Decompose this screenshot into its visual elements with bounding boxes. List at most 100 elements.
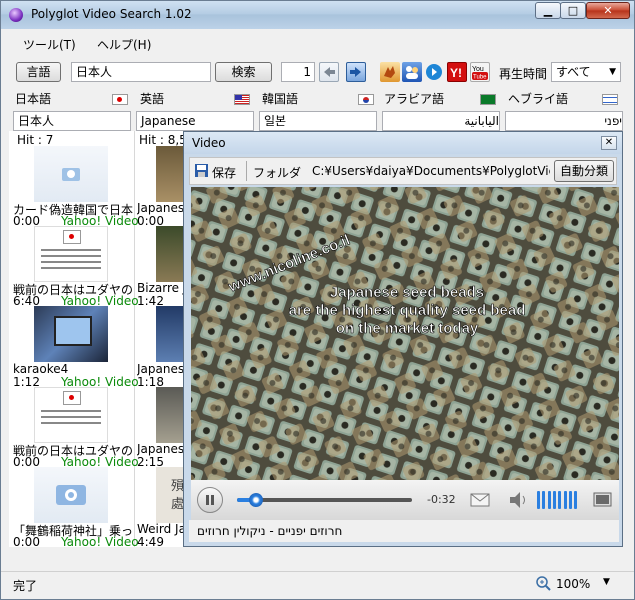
result-thumb[interactable]: [156, 226, 184, 282]
result-title[interactable]: Japanese: [137, 442, 184, 456]
flag-japan-icon: [112, 94, 128, 105]
prev-page-button[interactable]: [319, 62, 339, 82]
flag-saudi-icon: [480, 94, 496, 105]
query-input-japanese[interactable]: 日本人: [13, 111, 131, 131]
video-close-button[interactable]: ✕: [601, 136, 617, 150]
menu-tools[interactable]: ツール(T): [23, 36, 76, 53]
result-title[interactable]: Weird Jap: [137, 522, 184, 536]
result-thumb[interactable]: [34, 226, 108, 282]
flag-israel-icon: [602, 94, 618, 105]
result-thumb[interactable]: [34, 387, 108, 443]
auto-classify-button[interactable]: 自動分類: [554, 160, 614, 182]
column-divider: [134, 131, 135, 547]
query-input-hebrew[interactable]: יפני: [505, 111, 623, 131]
youtube-icon: You Tube: [472, 66, 488, 81]
pause-button[interactable]: [197, 487, 223, 513]
video-caption-bar: חרוזים יפניים - ניקולין חרוזים: [189, 520, 619, 542]
result-title[interactable]: karaoke4: [13, 362, 133, 376]
menu-bar: ツール(T) ヘルプ(H): [1, 29, 634, 57]
mail-icon[interactable]: [470, 492, 490, 508]
video-controls: -0:32: [191, 480, 619, 520]
result-thumb[interactable]: [156, 146, 184, 202]
close-icon: ✕: [604, 137, 614, 148]
query-input-english[interactable]: Japanese: [136, 111, 254, 131]
play-time-select[interactable]: すべて ▼: [551, 62, 621, 82]
maximize-icon: □: [567, 4, 579, 17]
globe-icon: [426, 64, 442, 80]
play-time-label: 再生時間: [499, 67, 548, 81]
video-title-bar: Video ✕: [184, 132, 622, 154]
save-icon: [195, 164, 208, 177]
volume-slider[interactable]: [537, 491, 581, 509]
menu-help[interactable]: ヘルプ(H): [97, 36, 151, 53]
volume-bar: [574, 491, 578, 509]
volume-bar: [542, 491, 546, 509]
result-source: Yahoo! Video: [61, 535, 139, 549]
result-thumb[interactable]: [34, 467, 108, 523]
lang-header-japanese: 日本語: [15, 92, 52, 106]
zoom-icon[interactable]: [536, 576, 552, 592]
flag-usa-icon: [234, 94, 250, 105]
language-button[interactable]: 言語: [16, 62, 61, 82]
result-title[interactable]: Japanese: [137, 201, 184, 215]
result-title[interactable]: Japanese: [137, 362, 184, 376]
status-bar: 完了 100% ▼: [1, 571, 634, 599]
play-time-value: すべて: [556, 65, 591, 79]
yahoo-button[interactable]: Y!: [447, 62, 467, 82]
globe-button[interactable]: [424, 62, 444, 82]
result-thumb[interactable]: [156, 306, 184, 362]
chevron-down-icon: ▼: [609, 67, 616, 77]
pause-icon: [206, 495, 214, 505]
minimize-button[interactable]: ▁: [535, 2, 561, 19]
overlay-line-1: Japanese seed beads: [330, 284, 484, 301]
people-button[interactable]: [402, 62, 422, 82]
close-button[interactable]: ✕: [586, 2, 630, 19]
tv-icon: [54, 316, 92, 346]
result-thumb[interactable]: [156, 387, 184, 443]
people-icon: [406, 66, 418, 79]
toolbar: 言語 日本人 検索 1 再生時間 すべて ▼: [1, 57, 634, 87]
svg-text:Tube: Tube: [473, 75, 487, 81]
hand-icon: [384, 66, 395, 78]
progress-track[interactable]: [237, 493, 412, 507]
svg-text:Y!: Y!: [450, 66, 462, 80]
video-frame[interactable]: www.nicoline.co.il Japanese seed beads a…: [191, 187, 619, 480]
minimize-icon: ▁: [543, 4, 553, 17]
search-button[interactable]: 検索: [215, 62, 272, 82]
flag-korea-icon: [358, 94, 374, 105]
page-number-input[interactable]: 1: [281, 62, 315, 82]
window-title: Polyglot Video Search 1.02: [31, 7, 192, 21]
youtube-button[interactable]: You Tube: [470, 62, 490, 82]
chevron-down-icon[interactable]: ▼: [603, 577, 610, 587]
flag-japan-icon: [63, 230, 81, 244]
status-text: 完了: [13, 579, 38, 593]
maximize-button[interactable]: □: [560, 2, 586, 19]
folder-button[interactable]: フォルダ: [253, 164, 301, 181]
result-thumb[interactable]: [34, 146, 108, 202]
volume-bar: [547, 491, 551, 509]
save-button[interactable]: 保存: [212, 164, 236, 181]
result-thumb[interactable]: [34, 306, 108, 362]
volume-bar: [537, 491, 540, 509]
result-duration: 0:00: [13, 535, 40, 549]
query-input-korean[interactable]: 일본: [259, 111, 377, 131]
fullscreen-icon[interactable]: [593, 491, 613, 509]
progress-handle[interactable]: [249, 493, 264, 507]
volume-bar: [563, 491, 567, 509]
volume-bar: [558, 491, 562, 509]
overlay-line-3: on the market today: [336, 320, 479, 337]
svg-text:You: You: [472, 66, 484, 73]
video-caption: חרוזים יפניים - ניקולין חרוזים: [197, 524, 343, 538]
result-title[interactable]: Bizarre J: [137, 281, 184, 295]
query-input-arabic[interactable]: اليابانية: [382, 111, 500, 131]
lang-header-hebrew: ヘブライ語: [508, 92, 569, 106]
result-thumb[interactable]: 殞 處: [156, 467, 184, 523]
zoom-level[interactable]: 100%: [556, 577, 590, 591]
speaker-icon[interactable]: [508, 490, 530, 510]
volume-bar: [568, 491, 572, 509]
yahoo-icon: Y!: [450, 66, 462, 80]
result-duration: 4:49: [137, 535, 164, 549]
search-input[interactable]: 日本人: [71, 62, 211, 82]
hand-button[interactable]: [380, 62, 400, 82]
next-page-button[interactable]: [346, 62, 366, 82]
